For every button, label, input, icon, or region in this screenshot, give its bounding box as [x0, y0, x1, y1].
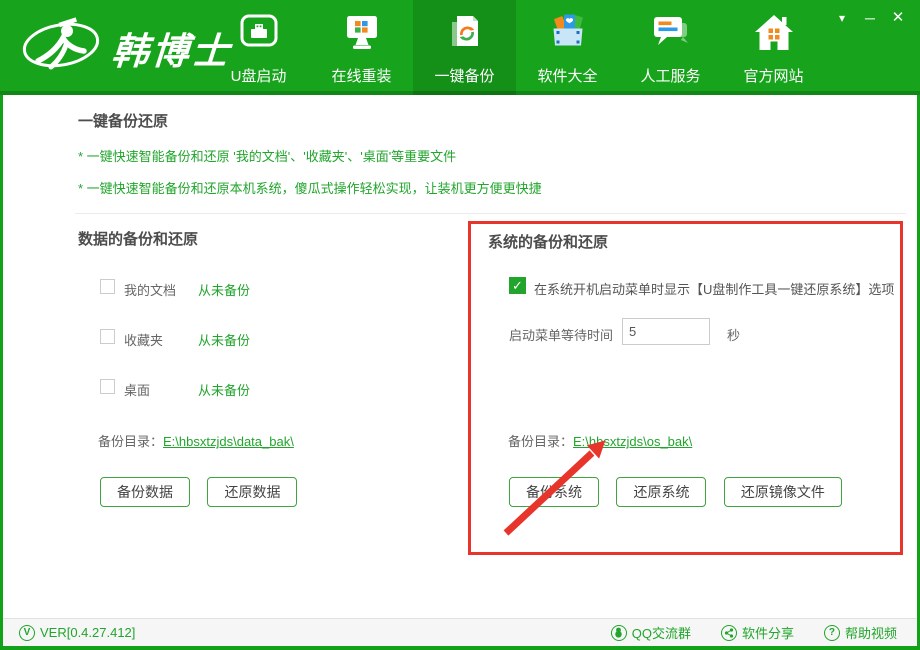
content-area — [3, 95, 917, 618]
brand-logo: 韩博士 — [20, 13, 232, 82]
checkbox-favorites[interactable] — [100, 329, 115, 344]
version-info[interactable]: V VER[0.4.27.412] — [19, 625, 135, 641]
monitor-windows-icon — [340, 12, 384, 59]
nav-label: 一键备份 — [434, 65, 494, 86]
share-label: 软件分享 — [742, 623, 794, 642]
window-controls: ▾ ─ ✕ — [828, 8, 912, 28]
home-icon — [752, 12, 796, 59]
qq-icon — [611, 625, 627, 641]
version-icon: V — [19, 625, 35, 641]
restore-image-file-button[interactable]: 还原镜像文件 — [724, 477, 842, 507]
backup-refresh-icon — [443, 12, 487, 59]
version-text: VER[0.4.27.412] — [40, 625, 135, 640]
boot-menu-option-label: 在系统开机启动菜单时显示【U盘制作工具一键还原系统】选项 — [534, 279, 894, 298]
page-title: 一键备份还原 — [78, 110, 168, 131]
nav-label: 软件大全 — [537, 65, 597, 86]
description-line-1: * 一键快速智能备份和还原 '我的文档'、'收藏夹'、'桌面'等重要文件 — [78, 146, 456, 165]
close-button[interactable]: ✕ — [884, 8, 912, 28]
wait-time-unit: 秒 — [727, 325, 740, 344]
checkbox-boot-menu-option[interactable]: ✓ — [509, 277, 526, 294]
chat-service-icon — [649, 12, 693, 59]
nav-item-usb-boot[interactable]: U盘启动 — [207, 0, 310, 95]
checkbox-desktop[interactable] — [100, 379, 115, 394]
main-nav: U盘启动 在线重装 — [207, 0, 825, 95]
nav-label: 人工服务 — [640, 65, 700, 86]
qq-group-label: QQ交流群 — [632, 623, 691, 642]
backup-status: 从未备份 — [198, 330, 250, 349]
checkbox-my-documents[interactable] — [100, 279, 115, 294]
header-bar: 韩博士 U盘启动 — [0, 0, 920, 95]
wait-time-label: 启动菜单等待时间 — [509, 325, 613, 344]
checkbox-label: 桌面 — [124, 380, 150, 399]
minimize-button[interactable]: ─ — [856, 8, 884, 28]
nav-item-online-reinstall[interactable]: 在线重装 — [310, 0, 413, 95]
usb-icon — [237, 12, 281, 59]
description-line-2: * 一键快速智能备份和还原本机系统，傻瓜式操作轻松实现，让装机更方便更快捷 — [78, 178, 542, 197]
help-video-label: 帮助视频 — [845, 623, 897, 642]
backup-system-button[interactable]: 备份系统 — [509, 477, 599, 507]
nav-item-official-site[interactable]: 官方网站 — [722, 0, 825, 95]
nav-item-software-collection[interactable]: 软件大全 — [516, 0, 619, 95]
system-panel-title: 系统的备份和还原 — [488, 231, 608, 252]
software-box-icon — [546, 12, 590, 59]
section-divider — [75, 213, 906, 214]
system-backup-dir-link[interactable]: E:\hbsxtzjds\os_bak\ — [573, 434, 692, 449]
backup-status: 从未备份 — [198, 280, 250, 299]
data-panel-title: 数据的备份和还原 — [78, 228, 198, 249]
backup-data-button[interactable]: 备份数据 — [100, 477, 190, 507]
qq-group-link[interactable]: QQ交流群 — [611, 623, 691, 642]
checkbox-label: 收藏夹 — [124, 330, 163, 349]
wait-time-input[interactable] — [622, 318, 710, 345]
nav-item-human-service[interactable]: 人工服务 — [619, 0, 722, 95]
data-backup-dir-label: 备份目录： — [98, 434, 163, 449]
restore-data-button[interactable]: 还原数据 — [207, 477, 297, 507]
backup-status: 从未备份 — [198, 380, 250, 399]
menu-caret-icon[interactable]: ▾ — [828, 8, 856, 28]
share-icon — [721, 625, 737, 641]
data-backup-dir-link[interactable]: E:\hbsxtzjds\data_bak\ — [163, 434, 294, 449]
nav-label: 在线重装 — [331, 65, 391, 86]
nav-label: 官方网站 — [743, 65, 803, 86]
share-link[interactable]: 软件分享 — [721, 623, 794, 642]
nav-label: U盘启动 — [231, 65, 287, 86]
app-window: 韩博士 U盘启动 — [0, 0, 920, 650]
footer-links: QQ交流群 软件分享 ? 帮助视频 — [581, 623, 897, 642]
brand-logo-icon — [20, 13, 102, 82]
help-icon: ? — [824, 625, 840, 641]
footer-bar: V VER[0.4.27.412] QQ交流群 — [3, 618, 917, 646]
restore-system-button[interactable]: 还原系统 — [616, 477, 706, 507]
help-video-link[interactable]: ? 帮助视频 — [824, 623, 897, 642]
system-backup-dir-label: 备份目录： — [508, 434, 573, 449]
nav-item-one-key-backup[interactable]: 一键备份 — [413, 0, 516, 95]
checkbox-label: 我的文档 — [124, 280, 176, 299]
